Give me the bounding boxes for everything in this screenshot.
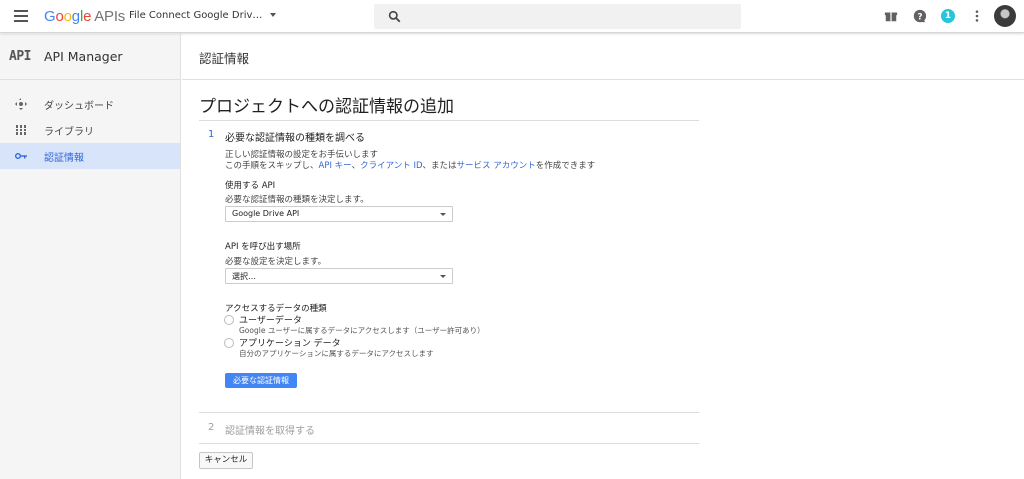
radio-user-data-desc: Google ユーザーに属するデータにアクセスします（ユーザー許可あり）	[239, 326, 485, 335]
main-content: プロジェクトへの認証情報の追加 1 必要な認証情報の種類を調べる 正しい認証情報…	[182, 81, 1024, 479]
api-logo: API	[9, 49, 31, 64]
sidebar: API API Manager ダッシュボード ライブラリ 認証情報	[0, 34, 181, 479]
sidebar-header: API API Manager	[0, 34, 180, 80]
sidebar-title[interactable]: API Manager	[44, 49, 123, 64]
key-icon	[15, 153, 27, 159]
divider	[199, 443, 699, 444]
api-sublabel: 必要な認証情報の種類を決定します。	[225, 195, 369, 205]
sidebar-item-credentials[interactable]: 認証情報	[0, 143, 180, 169]
chevron-down-icon	[270, 13, 277, 17]
api-key-link[interactable]: API キー	[319, 161, 352, 171]
more-vert-icon[interactable]	[970, 9, 984, 23]
required-credentials-button[interactable]: 必要な認証情報	[225, 373, 297, 388]
project-name: File Connect Google Driv…	[129, 10, 263, 21]
sidebar-item-label: ダッシュボード	[44, 101, 114, 112]
sep: 、	[351, 161, 361, 171]
project-selector[interactable]: File Connect Google Driv…	[129, 10, 277, 21]
sidebar-item-label: 認証情報	[44, 153, 84, 164]
skip-suffix: を作成できます	[535, 161, 596, 171]
radio-app-data[interactable]	[224, 338, 234, 348]
search-icon	[388, 10, 401, 23]
step1-skip-text: この手順をスキップし、API キー、クライアント ID、またはサービス アカウン…	[225, 159, 595, 171]
caller-select-value: 選択…	[232, 272, 256, 281]
caller-sublabel: 必要な設定を決定します。	[225, 257, 327, 267]
sep: 、または	[422, 161, 457, 171]
sidebar-item-library[interactable]: ライブラリ	[0, 117, 180, 143]
api-label: 使用する API	[225, 181, 276, 191]
step2-number: 2	[208, 422, 215, 433]
logo-apis-text: APIs	[94, 8, 126, 25]
skip-prefix: この手順をスキップし、	[225, 161, 319, 171]
top-bar: Google APIs File Connect Google Driv… ? 1	[0, 0, 1024, 33]
dashboard-icon	[15, 98, 27, 110]
page-title: プロジェクトへの認証情報の追加	[199, 97, 454, 117]
step1-title: 必要な認証情報の種類を調べる	[225, 133, 365, 144]
search-input[interactable]	[374, 4, 741, 29]
step2-title: 認証情報を取得する	[225, 426, 315, 437]
page-header-title: 認証情報	[199, 51, 250, 66]
help-icon-visible[interactable]: ?	[913, 9, 927, 23]
notification-badge[interactable]: 1	[941, 9, 955, 23]
sidebar-item-dashboard[interactable]: ダッシュボード	[0, 91, 180, 117]
service-account-link[interactable]: サービス アカウント	[457, 161, 536, 171]
step1-number: 1	[208, 129, 215, 140]
dropdown-arrow-icon	[440, 275, 446, 278]
dropdown-arrow-icon	[440, 213, 446, 216]
divider	[199, 120, 699, 121]
cancel-button[interactable]: キャンセル	[199, 452, 253, 469]
page-header: 認証情報	[182, 34, 1024, 80]
caller-label: API を呼び出す場所	[225, 242, 301, 252]
api-select[interactable]: Google Drive API	[225, 206, 453, 222]
menu-icon[interactable]	[14, 10, 28, 22]
svg-text:?: ?	[917, 13, 922, 23]
library-icon	[15, 125, 27, 135]
client-id-link[interactable]: クライアント ID	[360, 161, 422, 171]
radio-app-data-desc: 自分のアプリケーションに属するデータにアクセスします	[239, 349, 434, 358]
api-select-value: Google Drive API	[232, 209, 300, 218]
caller-select[interactable]: 選択…	[225, 268, 453, 284]
avatar[interactable]	[994, 5, 1016, 27]
sidebar-item-label: ライブラリ	[44, 127, 94, 138]
radio-user-data[interactable]	[224, 315, 234, 325]
gift-icon[interactable]	[884, 9, 898, 23]
google-apis-logo[interactable]: Google APIs	[44, 8, 125, 25]
divider	[199, 412, 699, 413]
